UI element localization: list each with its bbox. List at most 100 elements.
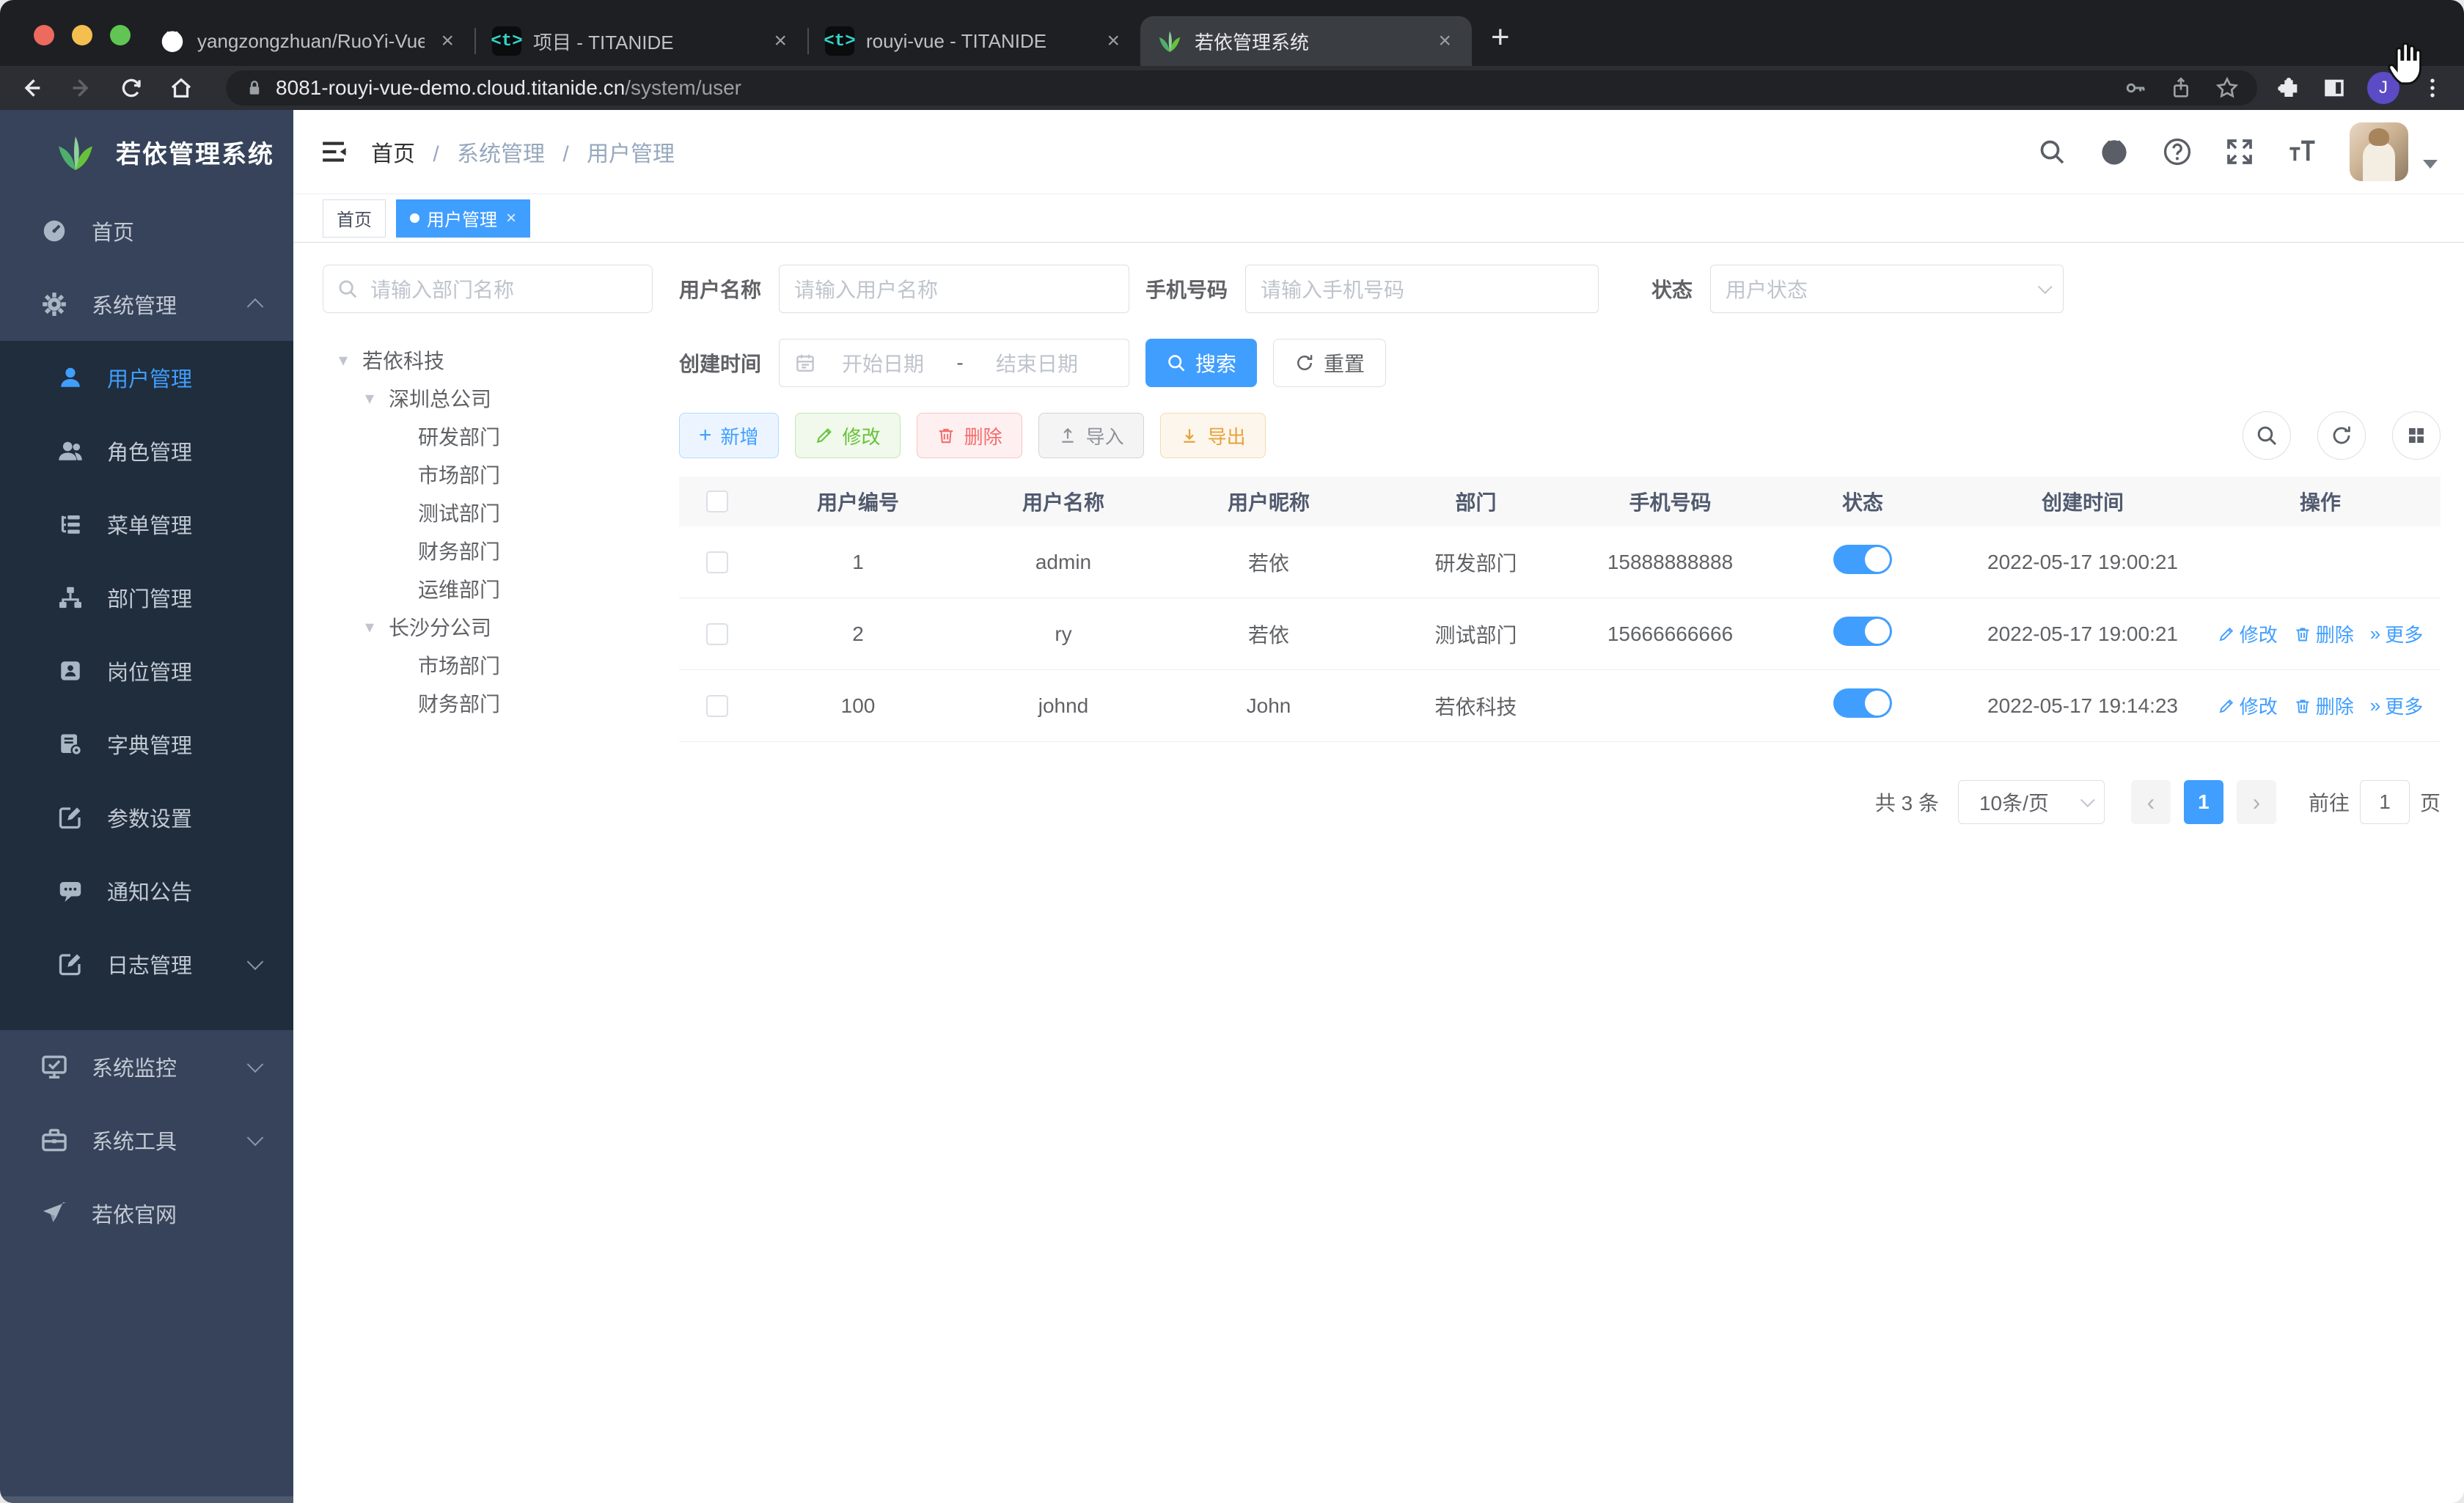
zoom-window-button[interactable] <box>110 25 131 45</box>
app-logo[interactable]: 若依管理系统 <box>0 110 293 194</box>
forward-icon[interactable] <box>69 76 94 100</box>
reload-icon[interactable] <box>119 76 144 100</box>
tag-home[interactable]: 首页 <box>323 199 386 238</box>
tree-caret-icon[interactable]: ▾ <box>361 388 378 409</box>
user-avatar[interactable] <box>2350 122 2408 181</box>
status-select[interactable]: 用户状态 <box>1710 265 2064 313</box>
new-tab-button[interactable]: + <box>1491 19 1510 56</box>
fullscreen-icon[interactable] <box>2225 137 2254 166</box>
tree-node-leaf[interactable]: 财务部门 <box>323 684 653 722</box>
refresh-table-button[interactable] <box>2317 411 2366 460</box>
sidebar-item-menu-management[interactable]: 菜单管理 <box>0 488 293 561</box>
browser-tab-github[interactable]: yangzongzhuan/RuoYi-Vue: (R × <box>143 16 474 66</box>
sidebar-item-param-settings[interactable]: 参数设置 <box>0 781 293 854</box>
close-window-button[interactable] <box>34 25 54 45</box>
row-more-link[interactable]: » 更多 <box>2370 620 2423 647</box>
row-edit-link[interactable]: 修改 <box>2218 692 2278 719</box>
tree-node-leaf[interactable]: 市场部门 <box>323 646 653 684</box>
row-more-link[interactable]: » 更多 <box>2370 692 2423 719</box>
header-search-icon[interactable] <box>2037 137 2067 166</box>
row-checkbox[interactable] <box>706 694 728 717</box>
row-delete-link[interactable]: 删除 <box>2294 692 2354 719</box>
sidebar-item-dict-management[interactable]: 字典管理 <box>0 708 293 781</box>
sidebar-item-home[interactable]: 首页 <box>0 194 293 268</box>
tree-caret-icon[interactable]: ▾ <box>334 350 352 371</box>
sidebar-item-ruoyi-website[interactable]: 若依官网 <box>0 1177 293 1250</box>
avatar-dropdown-caret-icon[interactable] <box>2423 160 2438 169</box>
import-button[interactable]: 导入 <box>1038 413 1144 458</box>
breadcrumb-home[interactable]: 首页 <box>371 142 415 166</box>
macos-traffic-lights[interactable] <box>34 25 131 45</box>
row-checkbox[interactable] <box>706 622 728 645</box>
tree-node-leaf[interactable]: 市场部门 <box>323 455 653 493</box>
delete-button[interactable]: 删除 <box>916 413 1022 458</box>
toggle-search-button[interactable] <box>2243 411 2291 460</box>
font-size-icon[interactable] <box>2287 136 2317 167</box>
page-size-select[interactable]: 10条/页 <box>1957 780 2105 824</box>
sidebar-item-notice[interactable]: 通知公告 <box>0 854 293 927</box>
password-key-icon[interactable] <box>2124 76 2147 100</box>
browser-tab-rouyi-vue[interactable]: <t> rouyi-vue - TITANIDE × <box>809 16 1140 66</box>
back-icon[interactable] <box>19 76 44 100</box>
current-page-button[interactable]: 1 <box>2183 780 2223 824</box>
phone-input[interactable]: 请输入手机号码 <box>1245 265 1599 313</box>
sidebar-item-system-monitor[interactable]: 系统监控 <box>0 1030 293 1103</box>
goto-page-input[interactable]: 1 <box>2359 780 2410 824</box>
header-help-icon[interactable] <box>2162 136 2193 167</box>
tree-node-root[interactable]: ▾ 若依科技 <box>323 341 653 379</box>
select-all-checkbox[interactable] <box>706 490 728 512</box>
sidebar-item-user-management[interactable]: 用户管理 <box>0 341 293 414</box>
tree-node-leaf[interactable]: 研发部门 <box>323 417 653 455</box>
address-bar[interactable]: 8081-rouyi-vue-demo.cloud.titanide.cn/sy… <box>226 70 2257 106</box>
browser-tab-ruoyi-active[interactable]: 若依管理系统 × <box>1140 16 1472 66</box>
status-toggle-on[interactable] <box>1833 545 1892 574</box>
home-icon[interactable] <box>169 76 194 100</box>
reset-button[interactable]: 重置 <box>1273 339 1387 387</box>
tree-node-leaf[interactable]: 测试部门 <box>323 493 653 532</box>
tree-caret-icon[interactable]: ▾ <box>361 617 378 638</box>
row-edit-link[interactable]: 修改 <box>2218 620 2278 647</box>
share-icon[interactable] <box>2169 76 2193 100</box>
tree-node-branch[interactable]: ▾ 长沙分公司 <box>323 608 653 646</box>
date-end-placeholder[interactable]: 结束日期 <box>975 348 1099 378</box>
date-range-picker[interactable]: 开始日期 - 结束日期 <box>779 339 1130 387</box>
sidebar-item-role-management[interactable]: 角色管理 <box>0 414 293 488</box>
date-start-placeholder[interactable]: 开始日期 <box>821 348 945 378</box>
sidebar-item-system-tools[interactable]: 系统工具 <box>0 1103 293 1177</box>
tree-node-leaf[interactable]: 财务部门 <box>323 532 653 570</box>
export-button[interactable]: 导出 <box>1159 413 1266 458</box>
next-page-button[interactable]: › <box>2236 780 2276 824</box>
tag-user-management-active[interactable]: 用户管理 × <box>396 199 531 238</box>
row-delete-link[interactable]: 删除 <box>2294 620 2354 647</box>
minimize-window-button[interactable] <box>72 25 92 45</box>
search-button[interactable]: 搜索 <box>1145 339 1258 387</box>
status-toggle-on[interactable] <box>1833 617 1892 646</box>
header-github-icon[interactable] <box>2099 136 2130 167</box>
tag-close-icon[interactable]: × <box>506 208 516 229</box>
sidebar-item-system-management[interactable]: 系统管理 <box>0 268 293 341</box>
browser-tab-titanide-project[interactable]: <t> 项目 - TITANIDE × <box>476 16 807 66</box>
tab-close-icon[interactable]: × <box>1102 29 1124 54</box>
status-toggle-on[interactable] <box>1833 688 1892 718</box>
extensions-puzzle-icon[interactable] <box>2276 76 2301 100</box>
collapse-sidebar-icon[interactable] <box>318 136 349 167</box>
department-search-input[interactable]: 请输入部门名称 <box>323 265 653 313</box>
prev-page-button[interactable]: ‹ <box>2130 780 2171 824</box>
tree-node-branch[interactable]: ▾ 深圳总公司 <box>323 379 653 417</box>
bookmark-star-icon[interactable] <box>2215 76 2240 100</box>
tab-close-icon[interactable]: × <box>1434 29 1456 54</box>
sidebar-scrollbar[interactable] <box>0 1496 293 1503</box>
username-input[interactable]: 请输入用户名称 <box>779 265 1130 313</box>
tree-node-leaf[interactable]: 运维部门 <box>323 570 653 608</box>
row-checkbox[interactable] <box>706 551 728 573</box>
tab-close-icon[interactable]: × <box>436 29 458 54</box>
side-panel-icon[interactable] <box>2322 76 2347 100</box>
edit-button[interactable]: 修改 <box>794 413 901 458</box>
tab-close-icon[interactable]: × <box>769 29 791 54</box>
department-tree: ▾ 若依科技 ▾ 深圳总公司 研发部门 市场部门 测试部门 财务部门 运维部门 <box>323 341 653 722</box>
sidebar-item-post-management[interactable]: 岗位管理 <box>0 634 293 708</box>
sidebar-item-log-management[interactable]: 日志管理 <box>0 927 293 1001</box>
sidebar-item-dept-management[interactable]: 部门管理 <box>0 561 293 634</box>
column-settings-button[interactable] <box>2392 411 2441 460</box>
add-button[interactable]: + 新增 <box>679 413 779 458</box>
